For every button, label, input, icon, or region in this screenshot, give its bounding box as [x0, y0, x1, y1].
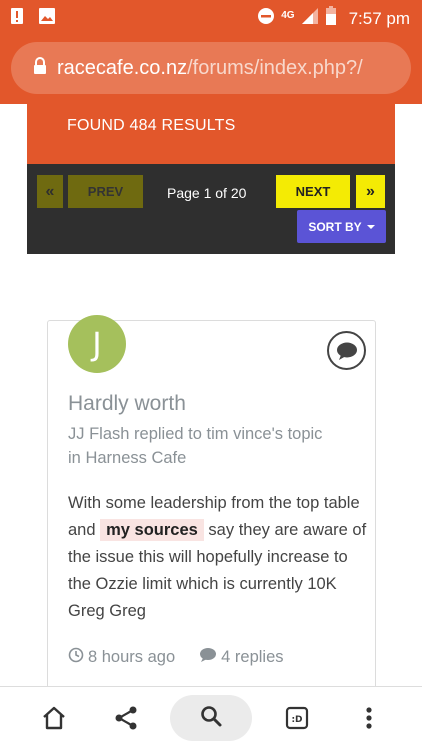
bottom-navigation: :D	[0, 686, 422, 750]
home-icon[interactable]	[39, 703, 69, 733]
replies-icon	[199, 647, 217, 668]
prev-button[interactable]: PREV	[68, 175, 143, 208]
results-header: FOUND 484 RESULTS	[27, 104, 395, 164]
tabs-icon[interactable]: :D	[282, 703, 312, 733]
search-highlight: my sources	[100, 519, 204, 541]
comment-icon[interactable]	[327, 331, 366, 370]
share-icon[interactable]	[111, 703, 141, 733]
results-count: FOUND 484 RESULTS	[67, 117, 236, 134]
clock-icon	[68, 647, 84, 668]
post-excerpt: With some leadership from the top table …	[68, 490, 368, 625]
post-footer: 8 hours ago 4 replies	[68, 647, 284, 668]
status-bar: 4G 7:57 pm	[0, 0, 422, 32]
dnd-icon	[257, 7, 275, 30]
meta-in-text: in	[68, 449, 86, 467]
avatar[interactable]: J	[68, 315, 126, 373]
search-icon	[199, 704, 223, 733]
menu-icon[interactable]	[354, 703, 384, 733]
address-bar[interactable]: racecafe.co.nz/forums/index.php?/	[11, 42, 411, 94]
next-button[interactable]: NEXT	[276, 175, 350, 208]
app-root: 4G 7:57 pm racecafe.co.nz/forums/index.p…	[0, 0, 422, 750]
url-domain: racecafe.co.nz	[57, 56, 188, 79]
status-time: 7:57 pm	[348, 8, 410, 28]
topic-link[interactable]: tim vince's topic	[206, 425, 322, 443]
sort-by-label: SORT BY	[308, 219, 362, 234]
reply-count[interactable]: 4 replies	[199, 647, 284, 668]
signal-icon	[301, 7, 319, 30]
network-label: 4G	[281, 10, 295, 21]
image-icon	[38, 7, 56, 30]
post-meta: JJ Flash replied to tim vince's topic in…	[68, 422, 368, 470]
post-time: 8 hours ago	[68, 647, 175, 668]
browser-toolbar: racecafe.co.nz/forums/index.php?/	[0, 32, 422, 104]
caret-down-icon	[366, 224, 375, 229]
lock-icon	[33, 56, 47, 80]
search-result-card: J Hardly worth JJ Flash replied to tim v…	[47, 315, 376, 700]
alert-icon	[10, 7, 24, 30]
forum-link[interactable]: Harness Cafe	[85, 449, 186, 467]
time-ago: 8 hours ago	[88, 648, 176, 666]
author-link[interactable]: JJ Flash	[68, 425, 129, 443]
first-page-button[interactable]: «	[37, 175, 63, 208]
status-right: 4G 7:57 pm	[257, 6, 410, 31]
post-title[interactable]: Hardly worth	[68, 392, 186, 416]
status-left	[10, 7, 56, 30]
battery-icon	[325, 6, 337, 31]
url-path: /forums/index.php?/	[187, 56, 363, 79]
meta-replied-text: replied to	[129, 425, 207, 443]
sort-by-button[interactable]: SORT BY	[297, 210, 386, 243]
pagination-bar: « PREV Page 1 of 20 NEXT » SORT BY	[27, 164, 395, 254]
page-info: Page 1 of 20	[167, 185, 247, 201]
replies-label: 4 replies	[221, 648, 284, 666]
svg-text::D: :D	[291, 715, 302, 725]
last-page-button[interactable]: »	[356, 175, 385, 208]
search-button[interactable]	[170, 695, 252, 741]
